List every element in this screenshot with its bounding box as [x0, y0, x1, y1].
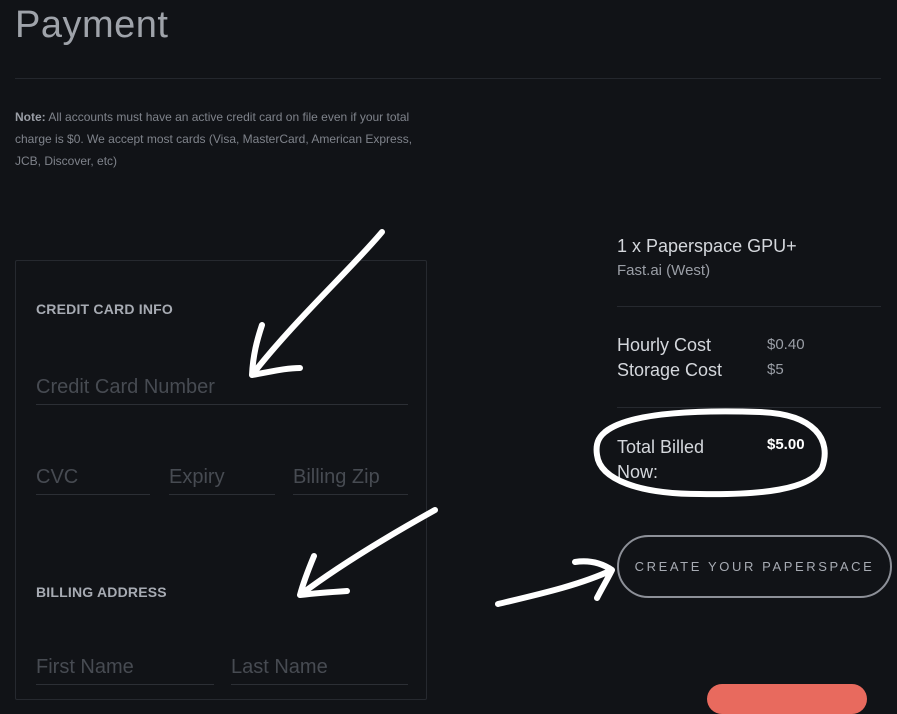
hourly-cost-value: $0.40 [767, 336, 805, 353]
note-label: Note: [15, 110, 46, 124]
credit-card-number-input[interactable] [36, 371, 408, 405]
billing-zip-input[interactable] [293, 461, 408, 495]
credit-card-form: CREDIT CARD INFO BILLING ADDRESS [15, 260, 427, 700]
billing-address-heading: BILLING ADDRESS [36, 584, 167, 600]
expiry-input[interactable] [169, 461, 275, 495]
total-billed-value: $5.00 [767, 436, 805, 453]
partial-button[interactable] [707, 684, 867, 714]
create-paperspace-button[interactable]: CREATE YOUR PAPERSPACE [617, 535, 892, 598]
hourly-cost-label: Hourly Cost [617, 335, 712, 355]
summary-location: Fast.ai (West) [617, 262, 711, 279]
summary-product: 1 x Paperspace GPU+ [617, 236, 797, 256]
credit-card-heading: CREDIT CARD INFO [36, 301, 173, 317]
payment-note: Note: All accounts must have an active c… [15, 106, 435, 172]
storage-cost-value: $5 [767, 361, 784, 378]
first-name-input[interactable] [36, 651, 214, 685]
cvc-input[interactable] [36, 461, 150, 495]
page-title: Payment [15, 4, 169, 46]
storage-cost-label: Storage Cost [617, 360, 723, 380]
summary-divider [617, 407, 881, 408]
total-billed-label: Total Billed Now: [617, 437, 705, 482]
annotation-arrow-icon [495, 558, 615, 607]
summary-divider [617, 306, 881, 307]
divider [15, 78, 881, 79]
last-name-input[interactable] [231, 651, 408, 685]
note-text: All accounts must have an active credit … [15, 110, 413, 168]
